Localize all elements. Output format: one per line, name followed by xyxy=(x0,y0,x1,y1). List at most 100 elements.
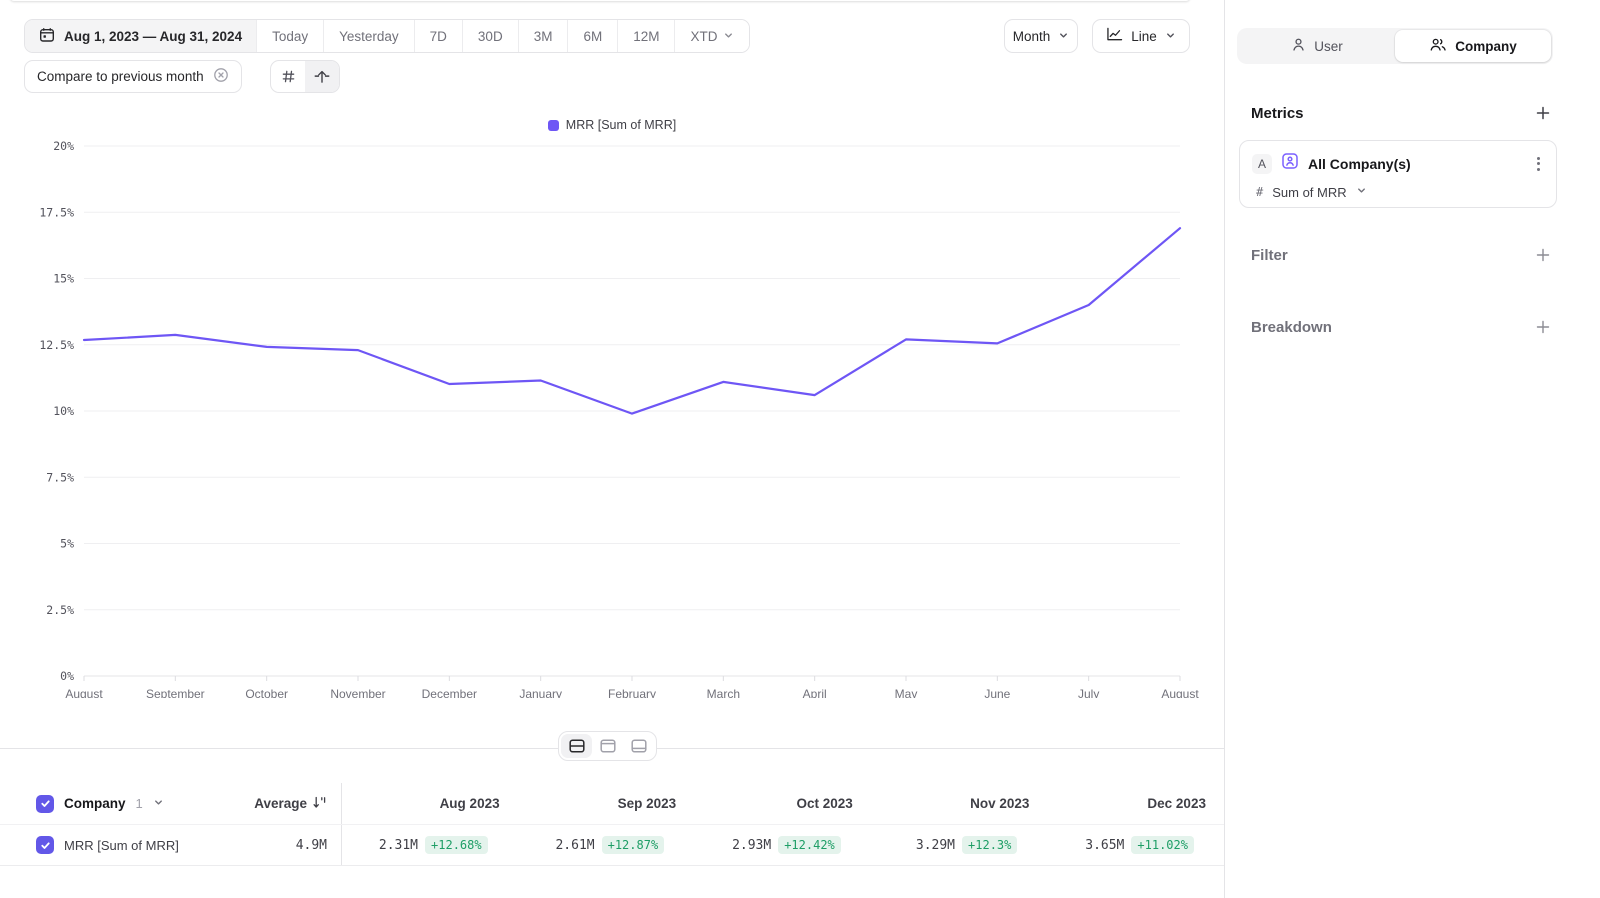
table-header-row: Company 1 Average Aug 2023Sep 2023Oct 20… xyxy=(0,783,1224,824)
table-cell: 3.29M +12.3% xyxy=(871,825,1048,865)
range-button-7d[interactable]: 7D xyxy=(414,20,462,52)
svg-text:July: July xyxy=(1078,687,1099,698)
aggregation-label: Sum of MRR xyxy=(1272,185,1346,200)
compare-chip[interactable]: Compare to previous month xyxy=(24,60,242,93)
svg-text:15%: 15% xyxy=(53,272,74,286)
right-sidebar: User Company Metrics A All Company(s) # … xyxy=(1224,0,1600,898)
range-button-yesterday[interactable]: Yesterday xyxy=(323,20,414,52)
breakdown-section-header: Breakdown xyxy=(1251,318,1552,336)
cell-value: 2.93M xyxy=(732,838,771,853)
delta-badge: +12.68% xyxy=(425,836,488,854)
cell-value: 2.61M xyxy=(555,838,594,853)
tab-user-label: User xyxy=(1314,39,1343,54)
svg-text:August: August xyxy=(65,687,103,698)
svg-text:20%: 20% xyxy=(53,139,74,153)
mrr-line-chart: 0% 2.5% 5% 7.5% 10% 12.5% 15% 17.5% 20% August Sep… xyxy=(24,138,1200,698)
date-range-group: Aug 1, 2023 — Aug 31, 2024 TodayYesterda… xyxy=(24,19,750,53)
metrics-section-header: Metrics xyxy=(1251,104,1552,122)
chevron-down-icon xyxy=(1058,29,1069,44)
entity-toggle: User Company xyxy=(1237,28,1553,64)
cell-value: 3.29M xyxy=(916,838,955,853)
average-sort-control[interactable]: Average xyxy=(254,795,327,813)
compare-label: Compare to previous month xyxy=(37,69,204,84)
tab-company[interactable]: Company xyxy=(1395,30,1551,62)
filter-title: Filter xyxy=(1251,247,1288,264)
aggregation-selector[interactable]: # Sum of MRR xyxy=(1240,175,1556,201)
calendar-icon xyxy=(39,27,55,46)
range-button-today[interactable]: Today xyxy=(256,20,323,52)
table-month-cells: 2.31M+12.68%2.61M+12.87%2.93M+12.42%3.29… xyxy=(341,825,1224,865)
svg-text:May: May xyxy=(895,687,918,698)
add-metric-button[interactable] xyxy=(1534,104,1552,122)
chart-legend: MRR [Sum of MRR] xyxy=(0,118,1224,132)
add-filter-button[interactable] xyxy=(1534,246,1552,264)
chevron-down-icon xyxy=(1356,183,1367,201)
svg-text:August: August xyxy=(1161,687,1199,698)
cell-value: 2.31M xyxy=(379,838,418,853)
layout-toggle-group xyxy=(558,731,657,761)
delta-badge: +11.02% xyxy=(1131,836,1194,854)
tab-user[interactable]: User xyxy=(1239,30,1395,62)
svg-text:7.5%: 7.5% xyxy=(46,470,74,484)
table-row: MRR [Sum of MRR] 4.9M 2.31M +12.68% 2.61M +… xyxy=(0,824,1224,866)
metric-menu-button[interactable] xyxy=(1533,155,1544,173)
line-chart-icon xyxy=(1106,27,1123,45)
layout-bottom-button[interactable] xyxy=(623,734,654,758)
svg-text:February: February xyxy=(608,687,656,698)
svg-text:0%: 0% xyxy=(60,669,74,683)
chart-type-dropdown[interactable]: Line xyxy=(1092,19,1190,53)
select-all-checkbox[interactable] xyxy=(36,795,54,813)
chevron-down-icon xyxy=(723,29,734,44)
xtd-label: XTD xyxy=(690,29,717,44)
layout-split-button[interactable] xyxy=(561,734,592,758)
metric-card[interactable]: A All Company(s) # Sum of MRR xyxy=(1239,140,1557,208)
column-header: Dec 2023 xyxy=(1047,783,1224,824)
svg-text:12.5%: 12.5% xyxy=(39,338,74,352)
delta-badge: +12.42% xyxy=(778,836,841,854)
svg-text:5%: 5% xyxy=(60,537,74,551)
svg-text:10%: 10% xyxy=(53,404,74,418)
table-cell: 2.31M +12.68% xyxy=(341,825,518,865)
range-button-3m[interactable]: 3M xyxy=(518,20,568,52)
delta-badge: +12.3% xyxy=(962,836,1017,854)
granularity-dropdown[interactable]: Month xyxy=(1004,19,1078,53)
svg-text:November: November xyxy=(330,687,385,698)
metric-row-label: MRR [Sum of MRR] xyxy=(64,838,179,853)
range-button-30d[interactable]: 30D xyxy=(462,20,518,52)
range-button-6m[interactable]: 6M xyxy=(567,20,617,52)
group-count: 1 xyxy=(136,796,143,811)
svg-text:2.5%: 2.5% xyxy=(46,603,74,617)
column-header: Aug 2023 xyxy=(341,783,518,824)
svg-text:17.5%: 17.5% xyxy=(39,205,74,219)
events-toggle-button[interactable] xyxy=(305,61,339,92)
card-top-edge xyxy=(10,0,1190,1)
layout-top-button[interactable] xyxy=(592,734,623,758)
date-range-picker[interactable]: Aug 1, 2023 — Aug 31, 2024 xyxy=(25,20,256,52)
user-icon xyxy=(1291,37,1306,55)
range-button-12m[interactable]: 12M xyxy=(617,20,674,52)
average-value: 4.9M xyxy=(296,838,327,853)
filter-section-header: Filter xyxy=(1251,246,1552,264)
chevron-down-icon xyxy=(1165,29,1176,44)
svg-text:December: December xyxy=(422,687,477,698)
svg-text:September: September xyxy=(146,687,205,698)
metric-name: All Company(s) xyxy=(1308,156,1524,172)
legend-label: MRR [Sum of MRR] xyxy=(566,118,676,132)
table-cell: 3.65M +11.02% xyxy=(1047,825,1224,865)
add-breakdown-button[interactable] xyxy=(1534,318,1552,336)
table-month-headers: Aug 2023Sep 2023Oct 2023Nov 2023Dec 2023 xyxy=(341,783,1224,824)
chevron-down-icon[interactable] xyxy=(153,795,164,813)
group-by-label[interactable]: Company xyxy=(64,796,126,811)
remove-compare-icon[interactable] xyxy=(213,67,229,86)
cell-value: 3.65M xyxy=(1085,838,1124,853)
svg-text:June: June xyxy=(984,687,1010,698)
row-checkbox[interactable] xyxy=(36,836,54,854)
tab-company-label: Company xyxy=(1455,39,1517,54)
range-button-xtd[interactable]: XTD xyxy=(674,20,749,52)
svg-text:January: January xyxy=(519,687,562,698)
column-header: Oct 2023 xyxy=(694,783,871,824)
table-cell: 2.93M +12.42% xyxy=(694,825,871,865)
grid-toggle-button[interactable] xyxy=(271,61,305,92)
average-label: Average xyxy=(254,796,307,811)
chart-type-label: Line xyxy=(1131,29,1157,44)
